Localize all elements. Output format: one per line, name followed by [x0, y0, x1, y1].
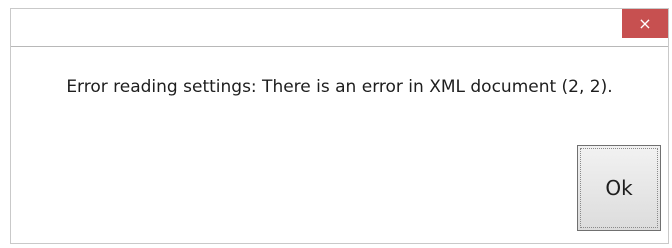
ok-button[interactable]: Ok [577, 145, 661, 231]
error-dialog: × Error reading settings: There is an er… [10, 8, 669, 244]
dialog-titlebar[interactable]: × [11, 9, 668, 47]
error-message: Error reading settings: There is an erro… [66, 77, 613, 97]
close-icon: × [638, 14, 652, 33]
close-button[interactable]: × [622, 9, 668, 38]
